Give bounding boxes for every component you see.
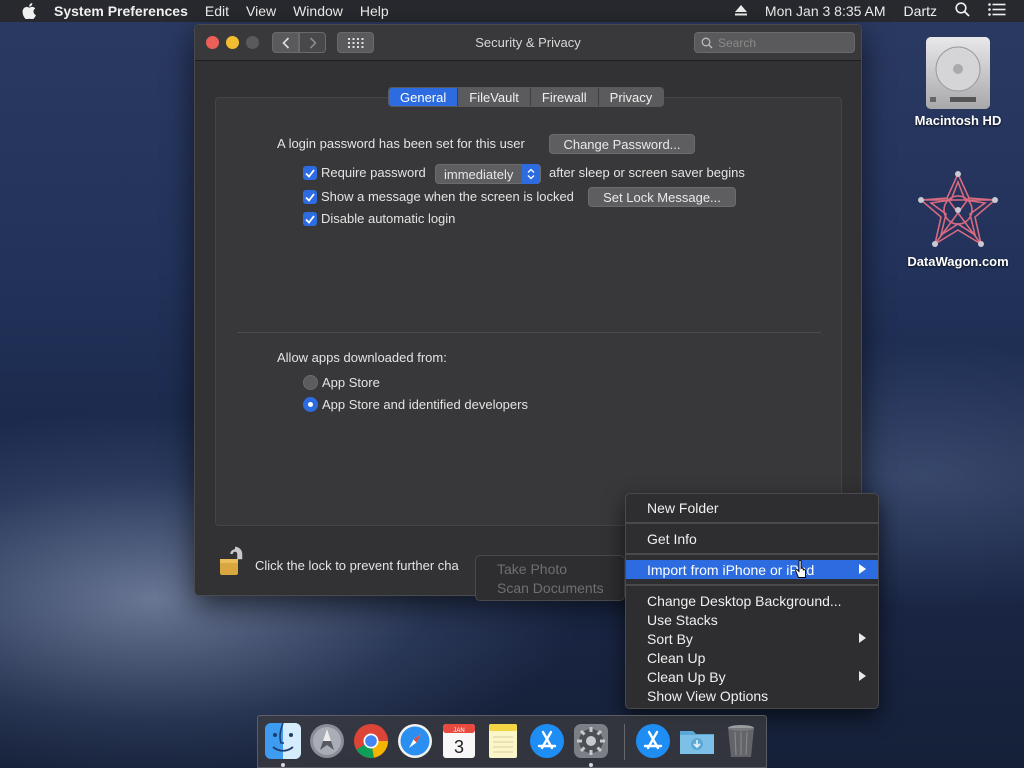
desktop-icon-label: DataWagon.com bbox=[907, 254, 1009, 269]
desktop-icon-macintosh-hd[interactable]: Macintosh HD bbox=[903, 33, 1013, 128]
menu-item-label: Import from iPhone or iPad bbox=[647, 561, 815, 578]
menu-separator bbox=[626, 553, 878, 555]
show-message-label: Show a message when the screen is locked bbox=[321, 189, 574, 204]
menu-clock[interactable]: Mon Jan 3 8:35 AM bbox=[765, 3, 886, 19]
submenu-arrow-icon bbox=[859, 671, 866, 681]
desktop-icon-datawagon[interactable]: DataWagon.com bbox=[903, 170, 1013, 269]
require-password-label: Require password bbox=[321, 165, 426, 180]
running-indicator bbox=[589, 763, 593, 767]
system-preferences-icon[interactable] bbox=[572, 722, 610, 760]
allow-apps-label: Allow apps downloaded from: bbox=[277, 350, 447, 365]
title-bar[interactable]: Security & Privacy bbox=[195, 25, 861, 61]
menu-item-show-view-options[interactable]: Show View Options bbox=[626, 686, 878, 705]
submenu-take-photo: Take Photo bbox=[497, 561, 568, 577]
safari-icon[interactable] bbox=[396, 722, 434, 760]
import-submenu: Take Photo Scan Documents bbox=[475, 555, 625, 601]
menu-help[interactable]: Help bbox=[360, 3, 389, 19]
menu-item-use-stacks[interactable]: Use Stacks bbox=[626, 610, 878, 629]
calendar-month: JAN bbox=[453, 728, 464, 734]
menu-view[interactable]: View bbox=[246, 3, 276, 19]
menu-item-import-iphone[interactable]: Import from iPhone or iPad bbox=[626, 560, 878, 579]
show-message-checkbox[interactable] bbox=[303, 190, 317, 204]
menu-item-label: Sort By bbox=[647, 630, 693, 647]
app-store-icon[interactable] bbox=[528, 722, 566, 760]
tab-bar: General FileVault Firewall Privacy bbox=[388, 87, 665, 107]
desktop-context-menu: New Folder Get Info Import from iPhone o… bbox=[625, 493, 879, 709]
disable-autologin-label: Disable automatic login bbox=[321, 211, 456, 226]
tab-filevault[interactable]: FileVault bbox=[458, 88, 531, 106]
notes-icon[interactable] bbox=[484, 722, 522, 760]
desktop-icon-label: Macintosh HD bbox=[914, 113, 1002, 128]
login-password-text: A login password has been set for this u… bbox=[277, 136, 525, 151]
running-indicator bbox=[281, 763, 285, 767]
dock-separator bbox=[624, 724, 625, 760]
finder-icon[interactable] bbox=[264, 722, 302, 760]
select-value: immediately bbox=[444, 166, 514, 182]
menu-item-new-folder[interactable]: New Folder bbox=[626, 498, 878, 517]
tab-general[interactable]: General bbox=[389, 88, 459, 106]
menu-item-clean-up-by[interactable]: Clean Up By bbox=[626, 667, 878, 686]
checkmark-icon bbox=[305, 168, 315, 178]
lock-icon[interactable] bbox=[219, 545, 243, 582]
require-password-suffix: after sleep or screen saver begins bbox=[549, 165, 745, 180]
menu-item-change-background[interactable]: Change Desktop Background... bbox=[626, 591, 878, 610]
dock: JAN 3 bbox=[257, 715, 767, 768]
submenu-arrow-icon bbox=[859, 633, 866, 643]
menu-edit[interactable]: Edit bbox=[205, 3, 229, 19]
section-divider bbox=[237, 332, 821, 333]
menu-user[interactable]: Dartz bbox=[904, 3, 937, 19]
search-input[interactable] bbox=[718, 35, 848, 50]
change-password-button[interactable]: Change Password... bbox=[549, 134, 695, 154]
radio-app-store-label: App Store bbox=[322, 375, 380, 390]
launchpad-icon[interactable] bbox=[308, 722, 346, 760]
apple-menu-icon[interactable] bbox=[18, 3, 40, 19]
calendar-icon[interactable]: JAN 3 bbox=[440, 722, 478, 760]
radio-app-store-identified-label: App Store and identified developers bbox=[322, 397, 528, 412]
search-icon bbox=[701, 37, 713, 48]
chrome-icon[interactable] bbox=[352, 722, 390, 760]
spotlight-icon[interactable] bbox=[955, 2, 970, 20]
checkmark-icon bbox=[305, 192, 315, 202]
lock-text: Click the lock to prevent further cha bbox=[255, 558, 459, 573]
menu-app-name[interactable]: System Preferences bbox=[54, 3, 188, 19]
menu-item-get-info[interactable]: Get Info bbox=[626, 529, 878, 548]
menu-item-label: Clean Up By bbox=[647, 668, 726, 685]
mouse-cursor-icon bbox=[795, 560, 806, 578]
checkmark-icon bbox=[305, 214, 315, 224]
menu-separator bbox=[626, 522, 878, 524]
general-pane bbox=[215, 97, 842, 526]
updown-chevron-icon bbox=[522, 164, 540, 184]
hard-drive-icon bbox=[926, 37, 990, 109]
submenu-scan-documents: Scan Documents bbox=[497, 580, 604, 596]
menu-separator bbox=[626, 584, 878, 586]
datawagon-logo-icon bbox=[918, 171, 998, 247]
search-field[interactable] bbox=[694, 32, 855, 53]
disable-autologin-checkbox[interactable] bbox=[303, 212, 317, 226]
eject-icon[interactable] bbox=[734, 3, 747, 19]
menu-bar: System Preferences Edit View Window Help… bbox=[0, 0, 1024, 22]
require-password-checkbox[interactable] bbox=[303, 166, 317, 180]
menu-window[interactable]: Window bbox=[293, 3, 343, 19]
downloads-folder-icon[interactable] bbox=[678, 722, 716, 760]
menu-item-clean-up[interactable]: Clean Up bbox=[626, 648, 878, 667]
radio-app-store-identified[interactable] bbox=[303, 397, 318, 412]
radio-app-store[interactable] bbox=[303, 375, 318, 390]
require-password-delay-select[interactable]: immediately bbox=[435, 164, 541, 184]
tab-privacy[interactable]: Privacy bbox=[598, 88, 664, 106]
submenu-arrow-icon bbox=[859, 564, 866, 574]
menu-item-sort-by[interactable]: Sort By bbox=[626, 629, 878, 648]
app-store-downloads-icon[interactable] bbox=[634, 722, 672, 760]
trash-icon[interactable] bbox=[722, 722, 760, 760]
notification-center-icon[interactable] bbox=[988, 3, 1006, 19]
calendar-day: 3 bbox=[454, 737, 464, 757]
set-lock-message-button[interactable]: Set Lock Message... bbox=[588, 187, 736, 207]
tab-firewall[interactable]: Firewall bbox=[530, 88, 599, 106]
